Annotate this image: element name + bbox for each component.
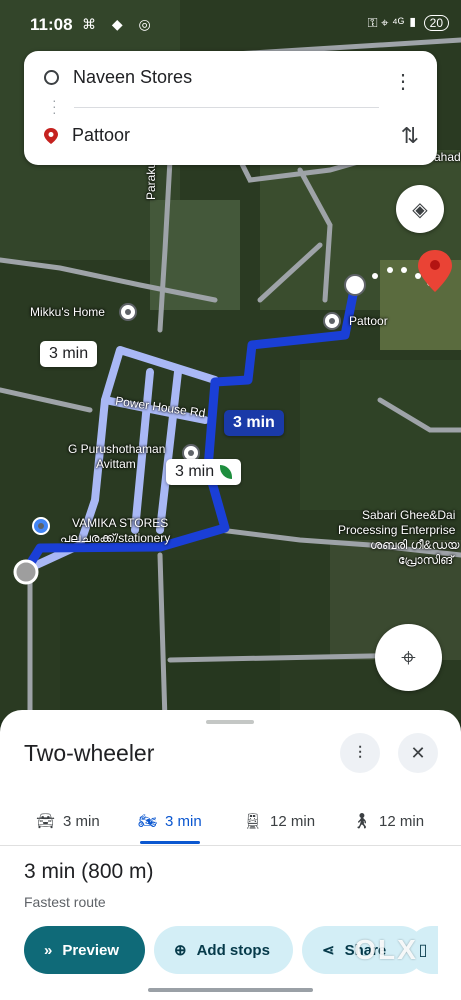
tab-car-label: 3 min [63,812,100,830]
map-label-prosthin: പ്രോസിങ് [398,553,454,567]
route-summary: 3 min (800 m) [24,860,154,883]
alt-route-2-time-bubble[interactable]: 3 min [166,459,242,485]
status-right-icons: ⚿ ⌖ ⁴ᴳ ▮ [367,15,418,30]
tab-walk[interactable]: 🚶︎ 12 min [352,798,424,844]
shopping-poi-icon[interactable] [32,517,50,535]
gesture-nav-bar[interactable] [148,988,313,992]
my-location-button[interactable]: ⌖ [375,624,442,691]
travel-mode-tabs: 🚘︎ 3 min 🏍︎ 3 min 🚆︎ 12 min 🚶︎ 12 min [0,798,461,844]
origin-circle-icon [44,70,59,85]
add-stops-label: Add stops [196,941,270,959]
poi-mikkus-home-icon[interactable] [119,303,137,321]
share-icon: ⋖ [322,942,335,959]
add-stops-button[interactable]: ⊕ Add stops [154,926,293,974]
poi-pattoor-icon[interactable] [323,312,341,330]
swap-vert-icon[interactable]: ⇅ [401,123,419,149]
tab-motorcycle-label: 3 min [165,812,202,830]
my-location-icon: ⌖ [401,641,416,672]
map-label-sabari-ml: ശബരി ഗീ&ഡയ [370,538,460,552]
alt-route-time-bubble[interactable]: 3 min [40,341,98,367]
map-label-processing: Processing Enterprise [338,523,456,537]
motorcycle-icon: 🏍︎ [138,813,158,830]
transit-icon: 🚆︎ [243,813,263,830]
primary-route-time-bubble[interactable]: 3 min [224,410,284,436]
status-notification-icons: ⌘ ◆ ◎ [82,16,157,32]
travel-mode-title: Two-wheeler [24,740,155,766]
search-divider [74,107,379,108]
status-system-icons: ⚿ ⌖ ⁴ᴳ ▮ 20 [368,15,449,31]
olx-watermark: OLX [354,934,418,965]
layers-button[interactable]: ◈ [396,185,444,233]
destination-row[interactable]: Pattoor [44,125,130,146]
destination-pin-small-icon [44,127,58,144]
map-label-mikkus-home[interactable]: Mikku's Home [30,305,105,319]
more-vert-icon[interactable]: ⋮ [393,69,413,94]
origin-row[interactable]: Naveen Stores [44,67,192,88]
origin-field[interactable]: Naveen Stores [73,67,192,88]
preview-label: Preview [62,941,120,959]
tab-car[interactable]: 🚘︎ 3 min [36,798,100,844]
directions-bottom-sheet: Two-wheeler ⫶ ✕ 🚘︎ 3 min 🏍︎ 3 min 🚆︎ 12 … [0,710,461,1000]
tab-motorcycle[interactable]: 🏍︎ 3 min [138,798,202,844]
status-bar: 11:08 ⌘ ◆ ◎ ⚿ ⌖ ⁴ᴳ ▮ 20 [0,0,461,48]
close-button[interactable]: ✕ [398,733,438,773]
add-location-icon: ⊕ [174,942,187,959]
tune-icon: ⫶ [357,742,363,763]
map-label-avittam[interactable]: Avittam [96,457,136,471]
origin-marker [13,559,39,585]
tab-transit-label: 12 min [270,812,316,830]
destination-field[interactable]: Pattoor [72,125,130,146]
route-subtitle: Fastest route [24,894,106,910]
connector-dots-icon: · · · [52,92,57,120]
map-label-vamika-sub: പലചരക്ക്/stationery [60,531,171,545]
preview-button[interactable]: » Preview [24,926,145,974]
alt-route-2-time: 3 min [175,463,215,480]
active-tab-indicator [140,841,200,844]
walk-icon: 🚶︎ [352,813,372,830]
tab-walk-label: 12 min [379,812,425,830]
map-label-mahad: ahad [434,150,461,164]
status-time: 11:08 [30,15,73,34]
car-icon: 🚘︎ [36,813,56,830]
route-options-button[interactable]: ⫶ [340,733,380,773]
directions-search-card: Naveen Stores · · · Pattoor ⋮ ⇅ [24,51,437,165]
battery-icon: 20 [423,15,449,31]
layers-icon: ◈ [412,198,428,221]
eco-leaf-icon [220,464,233,479]
map-label-vamika-stores[interactable]: VAMIKA STORES [72,516,168,530]
map-label-pattoor[interactable]: Pattoor [349,314,388,328]
tab-transit[interactable]: 🚆︎ 12 min [243,798,315,844]
double-chevron-icon: » [44,941,53,959]
map-label-sabari-ghee[interactable]: Sabari Ghee&Dai [362,508,455,522]
map-label-g-purushothaman[interactable]: G Purushothaman [68,442,165,456]
tabs-divider [0,845,461,846]
close-icon: ✕ [410,742,426,763]
sheet-drag-handle[interactable] [206,720,254,724]
